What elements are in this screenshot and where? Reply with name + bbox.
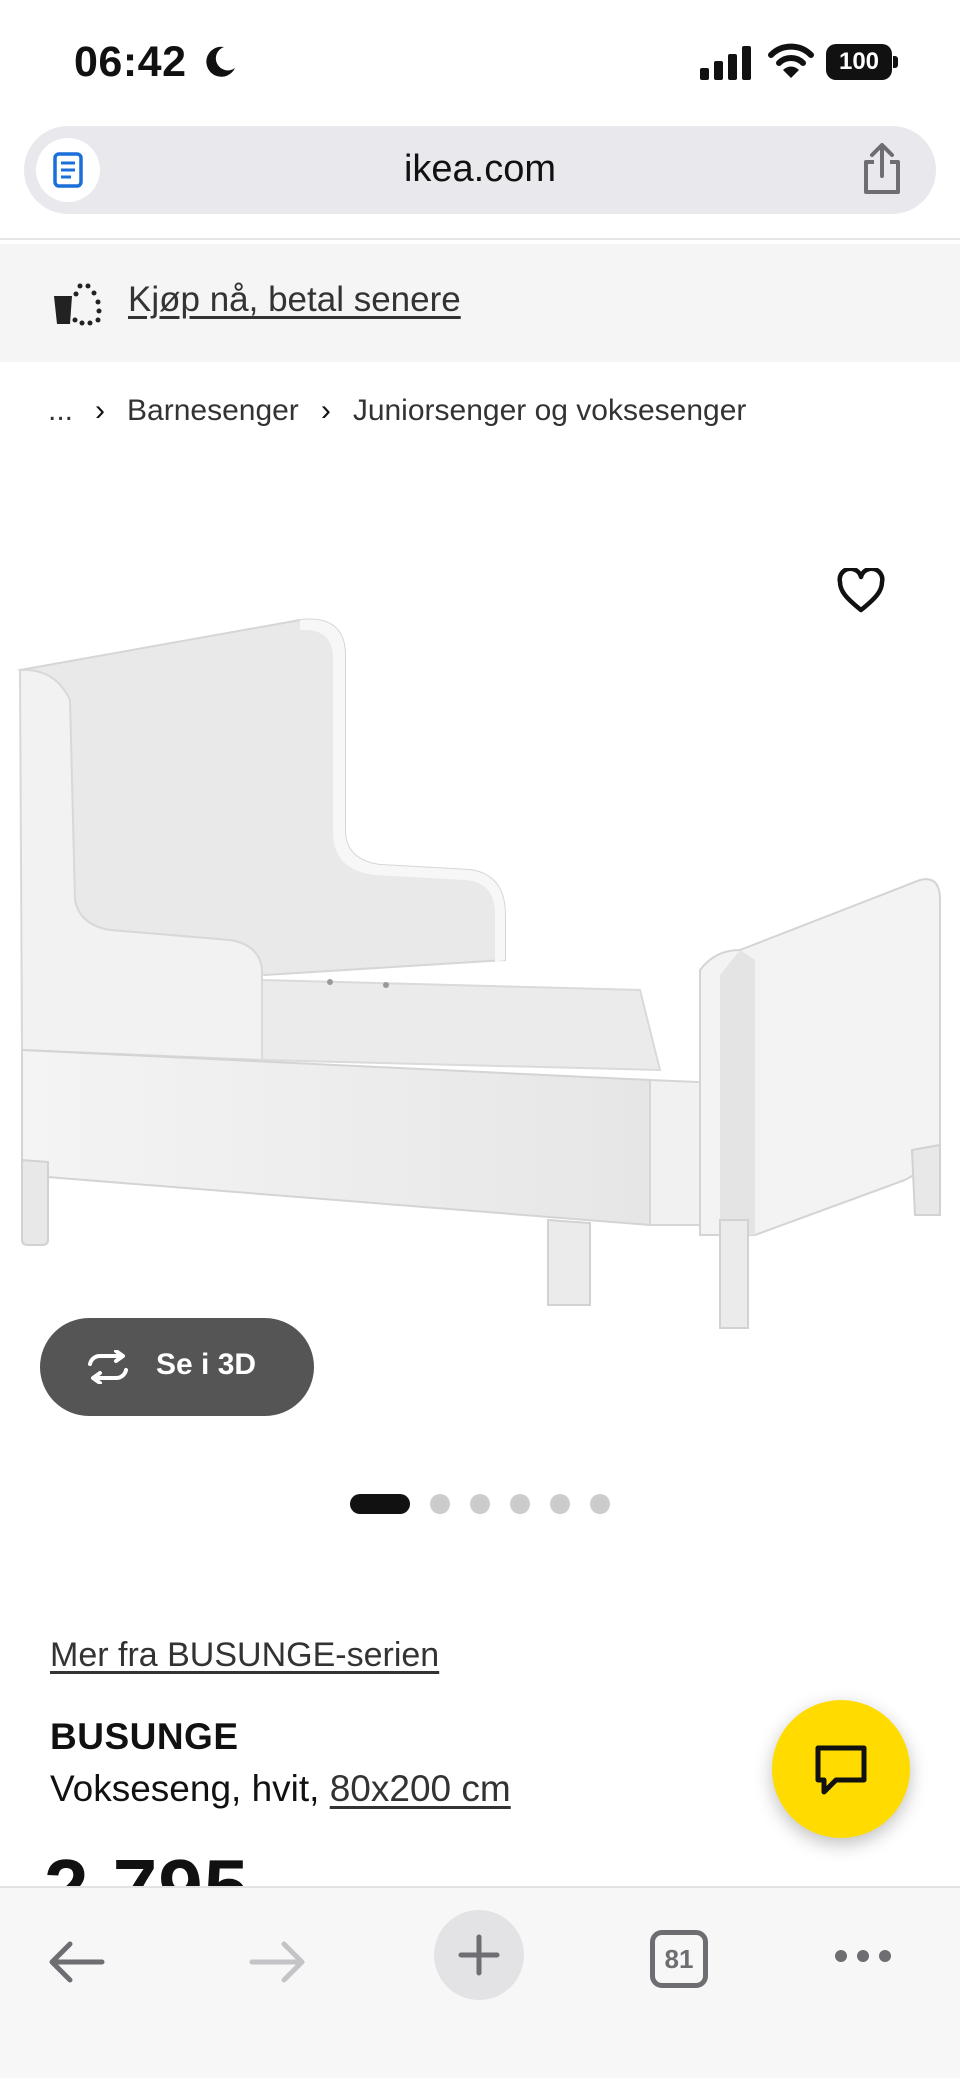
pay-later-icon [54,283,102,326]
tabs-button[interactable]: 81 [650,1930,708,1988]
gallery-dot[interactable] [470,1494,490,1514]
status-bar: 06:42 100 [0,0,960,120]
gallery-dot[interactable] [430,1494,450,1514]
size-link[interactable]: 80x200 cm [330,1768,511,1809]
chat-button[interactable] [772,1700,910,1838]
divider [0,238,960,240]
breadcrumb: ... › Barnesenger › Juniorsenger og voks… [48,394,746,428]
product-image[interactable] [0,520,960,1420]
series-link[interactable]: Mer fra BUSUNGE-serien [50,1636,439,1675]
share-icon[interactable] [858,142,906,196]
product-description: Vokseseng, hvit, 80x200 cm [50,1768,511,1810]
status-time: 06:42 [74,38,187,86]
back-arrow-icon[interactable] [46,1940,106,1984]
chevron-right-icon: › [320,394,331,427]
pay-later-link[interactable]: Kjøp nå, betal senere [128,280,461,320]
gallery-dot[interactable] [550,1494,570,1514]
view-3d-label: Se i 3D [156,1348,257,1381]
gallery-pagination[interactable] [0,1494,960,1514]
address-bar[interactable]: ikea.com [24,126,936,214]
browser-toolbar: 81 [0,1886,960,2078]
forward-arrow-icon[interactable] [248,1940,308,1984]
wifi-icon [768,43,814,78]
plus-icon [458,1934,500,1976]
gallery-dot[interactable] [510,1494,530,1514]
breadcrumb-item-barnesenger[interactable]: Barnesenger [127,394,299,428]
signal-icon [700,46,751,80]
breadcrumb-ellipsis[interactable]: ... [48,394,73,428]
view-3d-button[interactable]: Se i 3D [40,1318,314,1416]
url-text[interactable]: ikea.com [24,148,936,191]
promo-banner: Kjøp nå, betal senere [0,244,960,362]
moon-icon [206,46,235,77]
new-tab-button[interactable] [434,1910,524,2000]
rotate-3d-icon [88,1350,128,1384]
more-icon[interactable] [834,1948,892,1964]
product-name: BUSUNGE [50,1716,239,1757]
battery-indicator: 100 [826,44,898,80]
chat-icon [815,1745,867,1795]
heart-icon[interactable] [836,568,886,614]
gallery-dot-active[interactable] [350,1494,410,1514]
gallery-dot[interactable] [590,1494,610,1514]
battery-level: 100 [826,44,892,80]
breadcrumb-item-juniorsenger[interactable]: Juniorsenger og voksesenger [353,394,747,428]
chevron-right-icon: › [95,394,106,427]
battery-tip [893,56,898,68]
product-description-text: Vokseseng, hvit, [50,1768,320,1809]
